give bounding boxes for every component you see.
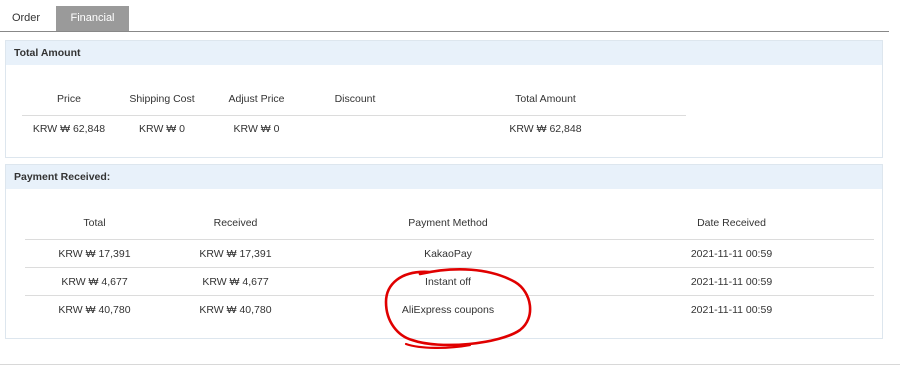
cell-date-received: 2021-11-11 00:59: [589, 239, 874, 268]
cell-total: KRW ₩ 17,391: [25, 239, 164, 268]
header-adjust-price: Adjust Price: [228, 92, 285, 105]
header-received: Received: [213, 216, 258, 229]
table-row: KRW ₩ 4,677 KRW ₩ 4,677 Instant off 2021…: [25, 267, 874, 296]
table-row: KRW ₩ 40,780 KRW ₩ 40,780 AliExpress cou…: [25, 295, 874, 323]
total-amount-table: Price Shipping Cost Adjust Price Discoun…: [22, 82, 686, 142]
cell-received: KRW ₩ 4,677: [164, 267, 307, 296]
table-row: KRW ₩ 62,848 KRW ₩ 0 KRW ₩ 0 KRW ₩ 62,84…: [22, 115, 686, 142]
cell-total: KRW ₩ 40,780: [25, 295, 164, 323]
header-discount: Discount: [334, 92, 376, 105]
total-amount-header-row: Price Shipping Cost Adjust Price Discoun…: [22, 82, 686, 116]
header-payment-method: Payment Method: [408, 216, 488, 229]
cell-price: KRW ₩ 62,848: [22, 115, 116, 142]
cell-received: KRW ₩ 40,780: [164, 295, 307, 323]
cell-shipping-cost: KRW ₩ 0: [116, 115, 208, 142]
bottom-divider: [0, 364, 900, 365]
header-total: Total: [83, 216, 106, 229]
cell-payment-method: AliExpress coupons: [307, 295, 589, 323]
payment-header-row: Total Received Payment Method Date Recei…: [25, 206, 874, 240]
header-shipping-cost: Shipping Cost: [129, 92, 195, 105]
tab-bar: Order Financial: [0, 6, 889, 32]
tab-divider: [0, 31, 889, 32]
cell-received: KRW ₩ 17,391: [164, 239, 307, 268]
cell-total: KRW ₩ 4,677: [25, 267, 164, 296]
tab-order[interactable]: Order: [0, 6, 52, 31]
cell-date-received: 2021-11-11 00:59: [589, 295, 874, 323]
total-amount-panel: Total Amount Price Shipping Cost Adjust …: [5, 40, 883, 158]
payment-received-table: Total Received Payment Method Date Recei…: [25, 206, 874, 323]
cell-total-amount: KRW ₩ 62,848: [405, 115, 686, 142]
cell-payment-method: KakaoPay: [307, 239, 589, 268]
cell-adjust-price: KRW ₩ 0: [208, 115, 305, 142]
cell-date-received: 2021-11-11 00:59: [589, 267, 874, 296]
header-date-received: Date Received: [697, 216, 766, 229]
payment-received-title: Payment Received:: [6, 165, 882, 189]
cell-payment-method: Instant off: [307, 267, 589, 296]
header-total-amount: Total Amount: [515, 92, 576, 105]
header-price: Price: [57, 92, 81, 105]
payment-received-panel: Payment Received: Total Received Payment…: [5, 164, 883, 339]
cell-discount: [305, 115, 405, 142]
table-row: KRW ₩ 17,391 KRW ₩ 17,391 KakaoPay 2021-…: [25, 239, 874, 268]
total-amount-title: Total Amount: [6, 41, 882, 65]
tab-financial[interactable]: Financial: [56, 6, 129, 31]
